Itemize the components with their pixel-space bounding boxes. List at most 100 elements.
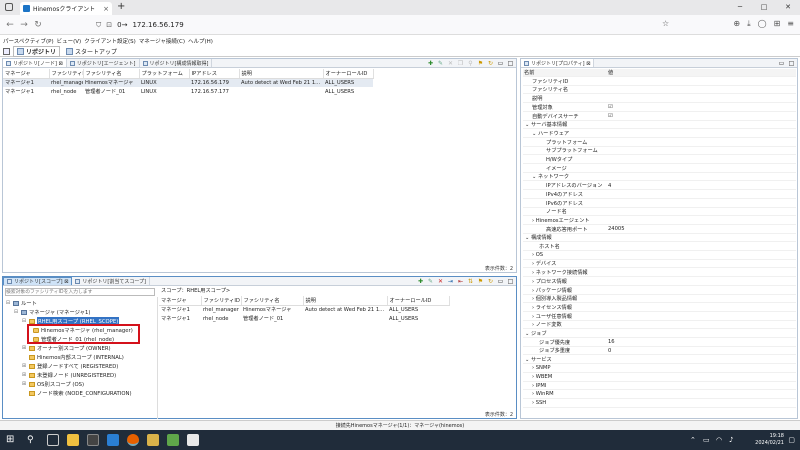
volume-icon[interactable]: ♪: [729, 436, 733, 444]
property-row[interactable]: 高速応答用ポート 24005: [523, 226, 796, 234]
minimize-pane-icon[interactable]: ▭: [497, 60, 504, 67]
col-platform[interactable]: プラットフォーム: [139, 69, 190, 79]
property-row[interactable]: ジョブ多重度 0: [523, 347, 796, 356]
expand-icon[interactable]: ⊞: [21, 363, 27, 369]
minimize-pane-icon[interactable]: ▭: [497, 278, 504, 285]
tab-list-icon[interactable]: [5, 3, 13, 11]
reload-icon[interactable]: ↻: [31, 20, 45, 30]
clock[interactable]: 19:18 2024/02/21: [755, 433, 784, 447]
tree-node-registered[interactable]: ⊞ 登録ノードすべて (REGISTERED): [21, 362, 118, 370]
tree-node-root[interactable]: ⊟ ルート: [5, 299, 37, 307]
property-row[interactable]: › ユーザ任意情報: [523, 313, 796, 321]
property-row[interactable]: ⌄ ネットワーク: [523, 173, 796, 182]
url-bar[interactable]: ⛉ ⊡ 0→ 172.16.56.179: [96, 18, 686, 32]
property-row[interactable]: › IPMI: [523, 382, 796, 391]
extensions-icon[interactable]: ⊞: [774, 19, 781, 29]
property-row[interactable]: プラットフォーム: [523, 139, 796, 147]
property-row[interactable]: 自動デバイスサーチ ☑: [523, 113, 796, 121]
perspective-repository[interactable]: リポジトリ: [13, 45, 61, 57]
pocket-icon[interactable]: ⊕: [733, 19, 740, 29]
tab-repository-property[interactable]: リポジトリ[プロパティ] ⊠: [521, 59, 595, 67]
col-desc[interactable]: 説明: [239, 69, 324, 79]
col-manager[interactable]: マネージャ: [3, 69, 50, 79]
release-icon[interactable]: ⇤: [457, 278, 464, 285]
file-explorer-icon[interactable]: [67, 434, 79, 446]
firefox-icon[interactable]: [127, 434, 139, 446]
menu-client-settings[interactable]: クライアント設定(S): [84, 37, 136, 45]
filter-icon[interactable]: ⚑: [477, 60, 484, 67]
search-icon[interactable]: ⚲: [467, 60, 474, 67]
facility-search-input[interactable]: [5, 288, 155, 296]
col-owner[interactable]: オーナーロールID: [323, 69, 374, 79]
property-row[interactable]: H/Wタイプ: [523, 156, 796, 164]
col-facility-id[interactable]: ファシリティID: [49, 69, 84, 79]
chevron-up-icon[interactable]: ⌃: [690, 436, 696, 444]
property-row[interactable]: › OS: [523, 252, 796, 260]
tree-node-unregistered[interactable]: ⊞ 未登録ノード (UNREGISTERED): [21, 371, 116, 379]
terminal-icon[interactable]: [87, 434, 99, 446]
collapse-icon[interactable]: ⊟: [5, 300, 11, 306]
tab-repository-scope[interactable]: リポジトリ[スコープ] ⊠: [3, 277, 73, 285]
maximize-pane-icon[interactable]: □: [788, 60, 795, 67]
notification-icon[interactable]: ▢: [788, 436, 795, 444]
refresh-icon[interactable]: ↻: [487, 60, 494, 67]
property-row[interactable]: › ライセンス情報: [523, 304, 796, 312]
property-row[interactable]: › プロセス情報: [523, 278, 796, 286]
menu-perspective[interactable]: パースペクティブ(P): [3, 37, 54, 45]
windows-start-icon[interactable]: ⊞: [6, 434, 18, 446]
task-view-icon[interactable]: [47, 434, 59, 446]
delete-icon[interactable]: ✕: [447, 60, 454, 67]
property-row[interactable]: ⌄ サーバ基本情報: [523, 121, 796, 130]
property-row[interactable]: › WBEM: [523, 374, 796, 382]
collapse-icon[interactable]: ⊟: [13, 309, 19, 315]
tab-repository-node[interactable]: リポジトリ[ノード] ⊠: [3, 59, 67, 67]
browser-tab[interactable]: Hinemosクライアント ×: [20, 2, 112, 15]
tree-node-os[interactable]: ⊞ OS別スコープ (OS): [21, 380, 84, 388]
property-row[interactable]: › ノード変数: [523, 321, 796, 330]
menu-manager-connection[interactable]: マネージャ接続(C): [139, 37, 185, 45]
forward-icon[interactable]: →: [17, 20, 31, 30]
refresh-icon[interactable]: ↻: [487, 278, 494, 285]
sort-icon[interactable]: ⇅: [467, 278, 474, 285]
col-desc[interactable]: 説明: [303, 296, 388, 306]
property-row[interactable]: IPv6のアドレス: [523, 200, 796, 208]
table-row[interactable]: マネージャ1 rhel_node 管理者ノード_01 ALL_USERS: [159, 314, 449, 323]
menu-icon[interactable]: ≡: [787, 19, 794, 29]
col-facility-id[interactable]: ファシリティID: [201, 296, 242, 306]
app-icon[interactable]: [147, 434, 159, 446]
maximize-pane-icon[interactable]: □: [507, 278, 514, 285]
property-row[interactable]: サブプラットフォーム: [523, 147, 796, 156]
table-row[interactable]: マネージャ1 rhel_manager Hinemosマネージャ Auto de…: [159, 305, 449, 314]
close-tab-icon[interactable]: ×: [103, 5, 109, 13]
add-icon[interactable]: ✚: [427, 60, 434, 67]
property-row[interactable]: › WinRM: [523, 391, 796, 399]
col-facility-name[interactable]: ファシリティ名: [241, 296, 304, 306]
vscode-icon[interactable]: [107, 434, 119, 446]
property-row[interactable]: › SNMP: [523, 365, 796, 373]
property-row[interactable]: イメージ: [523, 165, 796, 173]
close-window-button[interactable]: ✕: [776, 0, 800, 15]
app-icon-2[interactable]: [167, 434, 179, 446]
col-manager[interactable]: マネージャ: [159, 296, 202, 306]
property-row[interactable]: › 個別導入製品情報: [523, 295, 796, 304]
menu-view[interactable]: ビュー(V): [57, 37, 82, 45]
property-row[interactable]: ジョブ優先度 16: [523, 339, 796, 347]
app-icon-3[interactable]: [187, 434, 199, 446]
new-tab-button[interactable]: +: [117, 1, 125, 12]
maximize-button[interactable]: □: [752, 0, 776, 15]
property-row[interactable]: › ネットワーク接続情報: [523, 269, 796, 278]
minimize-pane-icon[interactable]: ▭: [778, 60, 785, 67]
property-row[interactable]: IPv4のアドレス: [523, 191, 796, 199]
search-icon[interactable]: ⚲: [27, 434, 39, 446]
property-row[interactable]: ⌄ ハードウェア: [523, 130, 796, 138]
minimize-button[interactable]: ─: [728, 0, 752, 15]
bookmark-star-icon[interactable]: ☆: [662, 19, 669, 28]
network-icon[interactable]: ▭: [703, 436, 710, 444]
perspective-startup[interactable]: スタートアップ: [63, 47, 120, 56]
tree-node-owner[interactable]: ⊞ オーナー別スコープ (OWNER): [21, 344, 111, 352]
table-row[interactable]: マネージャ1 rhel_manager Hinemosマネージャ LINUX 1…: [3, 78, 373, 87]
property-row[interactable]: › デバイス: [523, 260, 796, 269]
property-row[interactable]: ⌄ ジョブ: [523, 330, 796, 338]
property-row[interactable]: › パッケージ情報: [523, 287, 796, 295]
account-icon[interactable]: ◯: [758, 19, 767, 29]
